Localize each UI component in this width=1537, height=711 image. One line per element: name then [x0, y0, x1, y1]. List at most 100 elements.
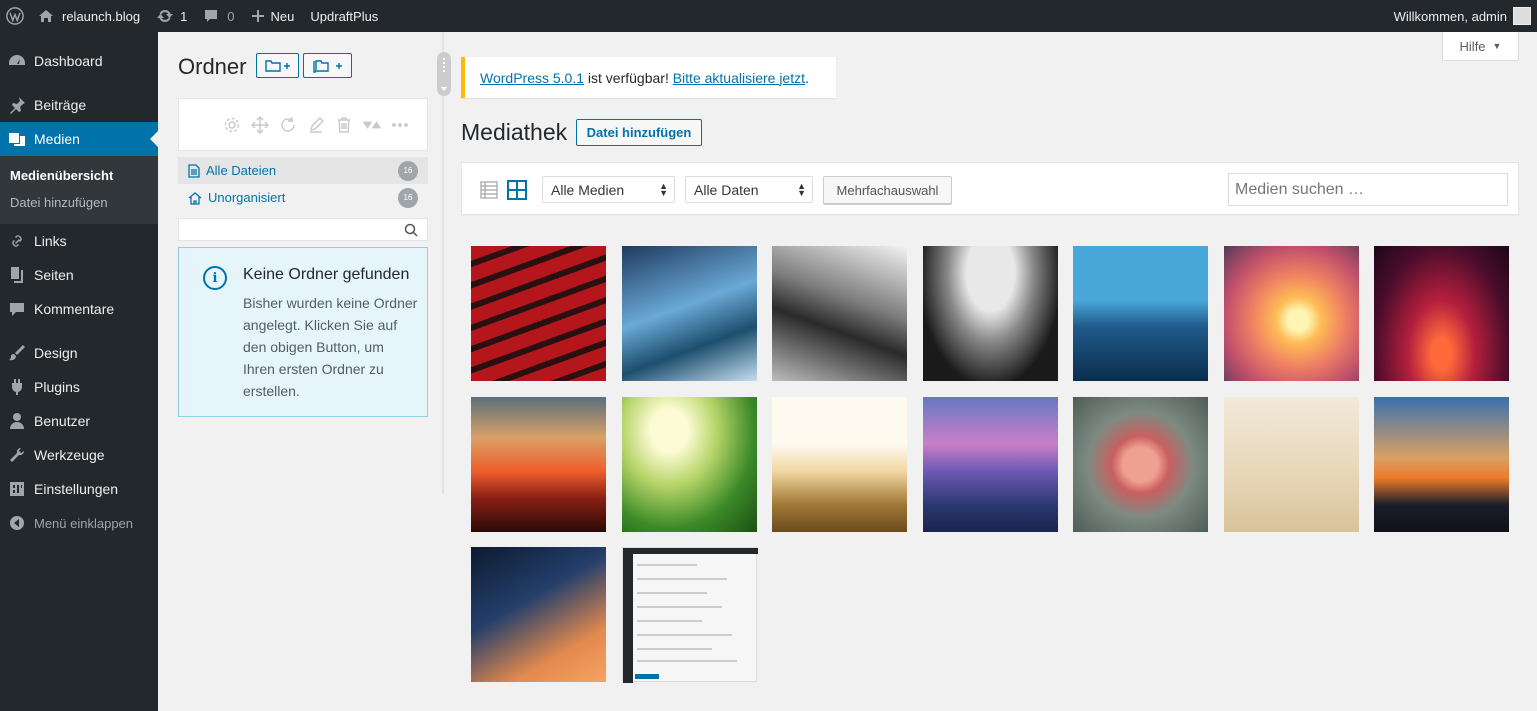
screenshot-line — [637, 620, 702, 622]
new-folder-button[interactable] — [256, 53, 299, 78]
bulk-select-button[interactable]: Mehrfachauswahl — [823, 176, 952, 204]
menu-plugins[interactable]: Plugins — [0, 370, 158, 404]
add-file-button[interactable]: Datei hinzufügen — [576, 119, 702, 146]
media-item[interactable] — [1224, 397, 1359, 532]
notice-period: . — [805, 69, 809, 86]
updates-link[interactable]: 1 — [148, 0, 195, 32]
media-item[interactable] — [1224, 246, 1359, 381]
date-filter[interactable]: Alle Daten ▲ ▼ — [685, 176, 813, 203]
greeting: Willkommen, admin — [1393, 8, 1507, 24]
new-label: Neu — [270, 8, 295, 24]
menu-werkzeuge[interactable]: Werkzeuge — [0, 438, 158, 472]
menu-kommentare[interactable]: Kommentare — [0, 292, 158, 326]
media-item-screenshot[interactable] — [622, 547, 758, 683]
sort-icon[interactable] — [363, 116, 381, 134]
notice-body: Bisher wurden keine Ordner angelegt. Kli… — [243, 295, 418, 399]
wordpress-logo-icon[interactable] — [0, 0, 30, 32]
collapse-arrow-icon — [8, 514, 26, 532]
comment-icon — [203, 8, 219, 24]
menu-benutzer[interactable]: Benutzer — [0, 404, 158, 438]
comments-count: 0 — [227, 8, 235, 24]
folder-search-input[interactable] — [178, 218, 428, 241]
screenshot-sidebar — [623, 554, 633, 683]
plugin-icon — [8, 378, 26, 396]
media-item[interactable] — [923, 246, 1058, 381]
page-title: Mediathek — [461, 119, 568, 145]
trash-icon[interactable] — [335, 116, 353, 134]
list-view-icon[interactable] — [480, 181, 498, 199]
menu-medien[interactable]: Medien — [0, 122, 158, 156]
more-icon[interactable] — [391, 116, 409, 134]
submenu-add-file[interactable]: Datei hinzufügen — [0, 189, 158, 216]
media-item[interactable] — [622, 246, 757, 381]
new-subfolder-button[interactable] — [303, 53, 352, 78]
menu-dashboard[interactable]: Dashboard — [0, 44, 158, 78]
menu-label: Beiträge — [34, 97, 87, 113]
chevron-down-icon — [441, 87, 447, 91]
menu-design[interactable]: Design — [0, 336, 158, 370]
media-item[interactable] — [471, 397, 606, 532]
edit-icon[interactable] — [307, 116, 325, 134]
collapse-menu-button[interactable]: Menü einklappen — [0, 506, 158, 540]
move-icon[interactable] — [251, 116, 269, 134]
submenu-media-overview[interactable]: Medienübersicht — [0, 162, 158, 189]
media-item[interactable] — [622, 397, 757, 532]
media-item[interactable] — [772, 246, 907, 381]
screenshot-header — [623, 548, 758, 554]
screenshot-line — [637, 660, 737, 662]
menu-links[interactable]: Links — [0, 224, 158, 258]
help-tab-button[interactable]: Hilfe ▼ — [1442, 32, 1519, 61]
media-item[interactable] — [1374, 397, 1509, 532]
media-toolbar: Alle Medien ▲ ▼ Alle Daten ▲ ▼ Mehrfachaus… — [461, 162, 1519, 215]
menu-seiten[interactable]: Seiten — [0, 258, 158, 292]
plus-icon — [251, 9, 265, 23]
splitter-handle[interactable] — [437, 52, 451, 96]
search-icon — [404, 223, 418, 237]
comments-link[interactable]: 0 — [195, 0, 242, 32]
site-name-link[interactable]: relaunch.blog — [30, 0, 148, 32]
media-item[interactable] — [1073, 397, 1208, 532]
folder-count-badge: 16 — [398, 160, 418, 181]
panel-splitter[interactable] — [442, 32, 444, 494]
dashboard-icon — [8, 52, 26, 70]
menu-label: Seiten — [34, 267, 74, 283]
menu-label: Werkzeuge — [34, 447, 105, 463]
refresh-icon[interactable] — [279, 116, 297, 134]
grid-view-icon[interactable] — [507, 180, 527, 200]
wrench-icon — [8, 446, 26, 464]
menu-label: Dashboard — [34, 53, 103, 69]
update-now-link[interactable]: Bitte aktualisiere jetzt — [673, 70, 805, 86]
folder-tree-plus-icon — [312, 59, 343, 73]
media-item[interactable] — [471, 547, 606, 682]
select-arrows-icon: ▲ ▼ — [659, 181, 668, 198]
settings-icon — [8, 480, 26, 498]
user-icon — [8, 412, 26, 430]
media-item[interactable] — [1073, 246, 1208, 381]
menu-label: Einstellungen — [34, 481, 119, 497]
folder-count-badge: 16 — [398, 187, 418, 208]
account-menu[interactable]: Willkommen, admin — [1386, 0, 1537, 32]
pages-icon — [8, 266, 26, 284]
wordpress-version-link[interactable]: WordPress 5.0.1 — [480, 70, 584, 86]
home-icon — [188, 191, 208, 205]
media-item[interactable] — [772, 397, 907, 532]
media-item[interactable] — [923, 397, 1058, 532]
media-item[interactable] — [471, 246, 606, 381]
update-notice: WordPress 5.0.1 ist verfügbar! Bitte akt… — [461, 57, 836, 98]
admin-sidebar: Dashboard Beiträge Medien Medienübersich… — [0, 32, 158, 711]
media-search-input[interactable]: Medien suchen … — [1228, 173, 1508, 206]
menu-einstellungen[interactable]: Einstellungen — [0, 472, 158, 506]
screenshot-line — [637, 578, 727, 580]
media-type-filter[interactable]: Alle Medien ▲ ▼ — [542, 176, 675, 203]
menu-beitraege[interactable]: Beiträge — [0, 88, 158, 122]
new-content-link[interactable]: Neu — [243, 0, 303, 32]
folder-unorganized[interactable]: Unorganisiert 16 — [178, 184, 428, 211]
media-submenu: Medienübersicht Datei hinzufügen — [0, 156, 158, 224]
media-item[interactable] — [1374, 246, 1509, 381]
info-icon: i — [203, 266, 227, 290]
gear-icon[interactable] — [223, 116, 241, 134]
folder-label: Alle Dateien — [206, 163, 277, 178]
updraftplus-link[interactable]: UpdraftPlus — [302, 0, 386, 32]
screenshot-button — [635, 674, 659, 679]
folder-all-files[interactable]: Alle Dateien 16 — [178, 157, 428, 184]
